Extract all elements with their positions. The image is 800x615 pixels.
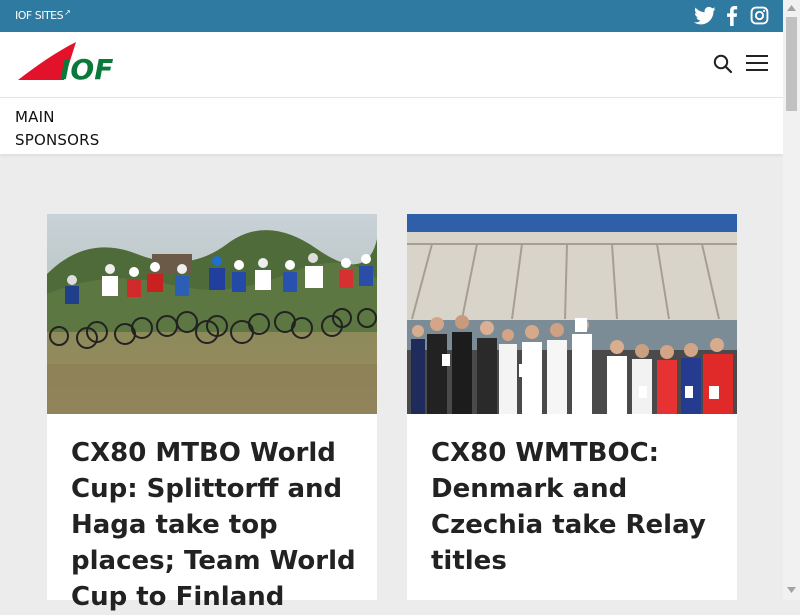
news-card[interactable]: CX80 WMTBOC: Denmark and Czechia take Re… — [407, 214, 737, 600]
nav-item-sponsors[interactable]: SPONSORS — [15, 131, 99, 149]
news-title[interactable]: CX80 WMTBOC: Denmark and Czechia take Re… — [431, 435, 721, 579]
menu-icon[interactable] — [746, 54, 768, 72]
scrollbar-thumb[interactable] — [786, 17, 797, 111]
page-scrollbar[interactable] — [783, 0, 800, 600]
instagram-icon[interactable] — [750, 6, 769, 25]
twitter-icon[interactable] — [694, 6, 716, 26]
news-title[interactable]: CX80 MTBO World Cup: Splittorff and Haga… — [71, 435, 361, 615]
scroll-up-arrow-icon[interactable] — [787, 5, 796, 11]
search-icon[interactable] — [713, 54, 733, 74]
sub-navigation: MAIN SPONSORS — [0, 97, 783, 154]
iof-sites-link[interactable]: IOF SITES ↗ — [15, 8, 71, 22]
site-header: IOF — [0, 32, 783, 97]
top-bar: IOF SITES ↗ — [0, 0, 783, 32]
news-card[interactable]: CX80 MTBO World Cup: Splittorff and Haga… — [47, 214, 377, 612]
svg-text:IOF: IOF — [60, 53, 113, 82]
facebook-icon[interactable] — [725, 6, 739, 26]
nav-item-main[interactable]: MAIN — [15, 108, 55, 126]
podium-ceremony-photo[interactable] — [407, 214, 737, 414]
iof-logo[interactable]: IOF — [18, 42, 122, 82]
iof-sites-label: IOF SITES — [15, 9, 64, 22]
scroll-down-arrow-icon[interactable] — [787, 587, 796, 593]
mountain-bike-race-photo[interactable] — [47, 214, 377, 414]
external-link-icon: ↗ — [64, 8, 71, 17]
